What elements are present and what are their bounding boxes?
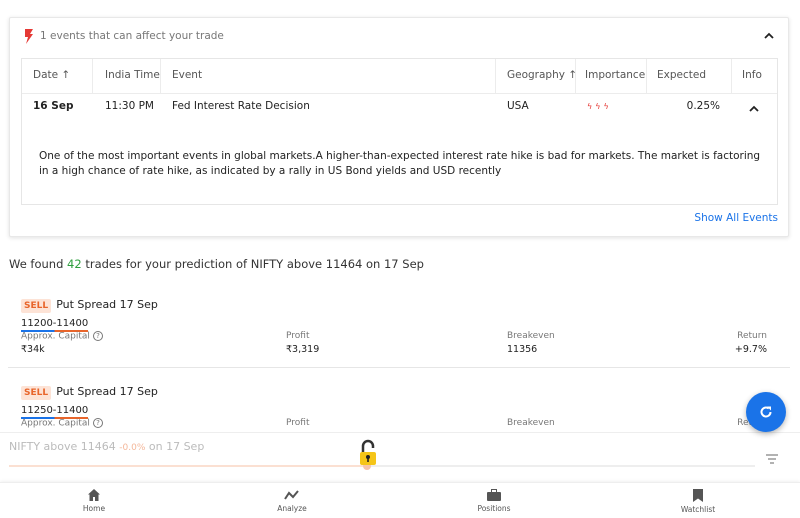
col-info: Info bbox=[742, 69, 762, 81]
filter-icon[interactable] bbox=[765, 453, 779, 465]
importance-flash-icons: ϟϟϟ bbox=[587, 102, 612, 111]
show-all-events-link[interactable]: Show All Events bbox=[694, 212, 778, 224]
nav-positions[interactable]: Positions bbox=[454, 489, 534, 513]
event-time: 11:30 PM bbox=[105, 100, 154, 112]
profit-value: ₹3,319 bbox=[286, 344, 320, 355]
strike-range: 11200-11400 bbox=[21, 318, 89, 332]
help-icon[interactable]: ? bbox=[92, 331, 103, 341]
profit-label: Profit bbox=[286, 331, 310, 341]
event-expected: 0.25% bbox=[686, 100, 720, 112]
col-geography[interactable]: Geography ↑ bbox=[507, 69, 577, 81]
trades-summary: We found 42 trades for your prediction o… bbox=[9, 257, 424, 271]
return-value: +9.7% bbox=[734, 344, 767, 355]
capital-value: ₹34k bbox=[21, 344, 45, 355]
events-table: Date ↑ India Time Event Geography ↑ Impo… bbox=[21, 58, 778, 205]
refresh-button[interactable] bbox=[746, 392, 786, 432]
info-chevron-up-icon[interactable] bbox=[749, 105, 759, 113]
prediction-text: NIFTY above 11464 -0.0% on 17 Sep bbox=[9, 440, 205, 453]
help-icon[interactable]: ? bbox=[92, 418, 103, 428]
home-icon bbox=[88, 489, 100, 501]
events-header: 1 events that can affect your trade bbox=[40, 30, 224, 42]
breakeven-label: Breakeven bbox=[507, 331, 555, 341]
col-expected: Expected bbox=[657, 69, 706, 81]
strike-range: 11250-11400 bbox=[21, 405, 89, 419]
analyze-icon bbox=[284, 490, 299, 500]
profit-label: Profit bbox=[286, 418, 310, 428]
col-india-time: India Time bbox=[105, 69, 160, 81]
flash-icon bbox=[25, 29, 33, 44]
trade-title: Put Spread 17 Sep bbox=[56, 298, 158, 311]
event-description: One of the most important events in glob… bbox=[39, 150, 761, 177]
capital-label: Approx. Capital? bbox=[21, 418, 103, 429]
capital-label: Approx. Capital? bbox=[21, 331, 103, 342]
event-date: 16 Sep bbox=[33, 100, 74, 112]
return-label: Return bbox=[737, 331, 767, 341]
event-geography: USA bbox=[507, 100, 529, 112]
nav-analyze[interactable]: Analyze bbox=[252, 489, 332, 513]
col-date[interactable]: Date ↑ bbox=[33, 69, 70, 81]
prediction-slider-fill bbox=[9, 465, 368, 467]
col-importance: Importance bbox=[585, 69, 646, 81]
refresh-icon bbox=[760, 406, 772, 418]
breakeven-value: 11356 bbox=[507, 344, 538, 355]
nav-home[interactable]: Home bbox=[54, 489, 134, 513]
col-event: Event bbox=[172, 69, 203, 81]
bottom-nav: Home Analyze Positions Watchlist bbox=[0, 482, 800, 518]
bookmark-icon bbox=[693, 489, 703, 502]
nav-watchlist[interactable]: Watchlist bbox=[658, 489, 738, 514]
briefcase-icon bbox=[487, 489, 501, 501]
breakeven-label: Breakeven bbox=[507, 418, 555, 428]
event-name: Fed Interest Rate Decision bbox=[172, 100, 310, 112]
trade-title: Put Spread 17 Sep bbox=[56, 385, 158, 398]
collapse-chevron-icon[interactable] bbox=[764, 32, 774, 40]
unlock-icon[interactable] bbox=[359, 439, 377, 466]
